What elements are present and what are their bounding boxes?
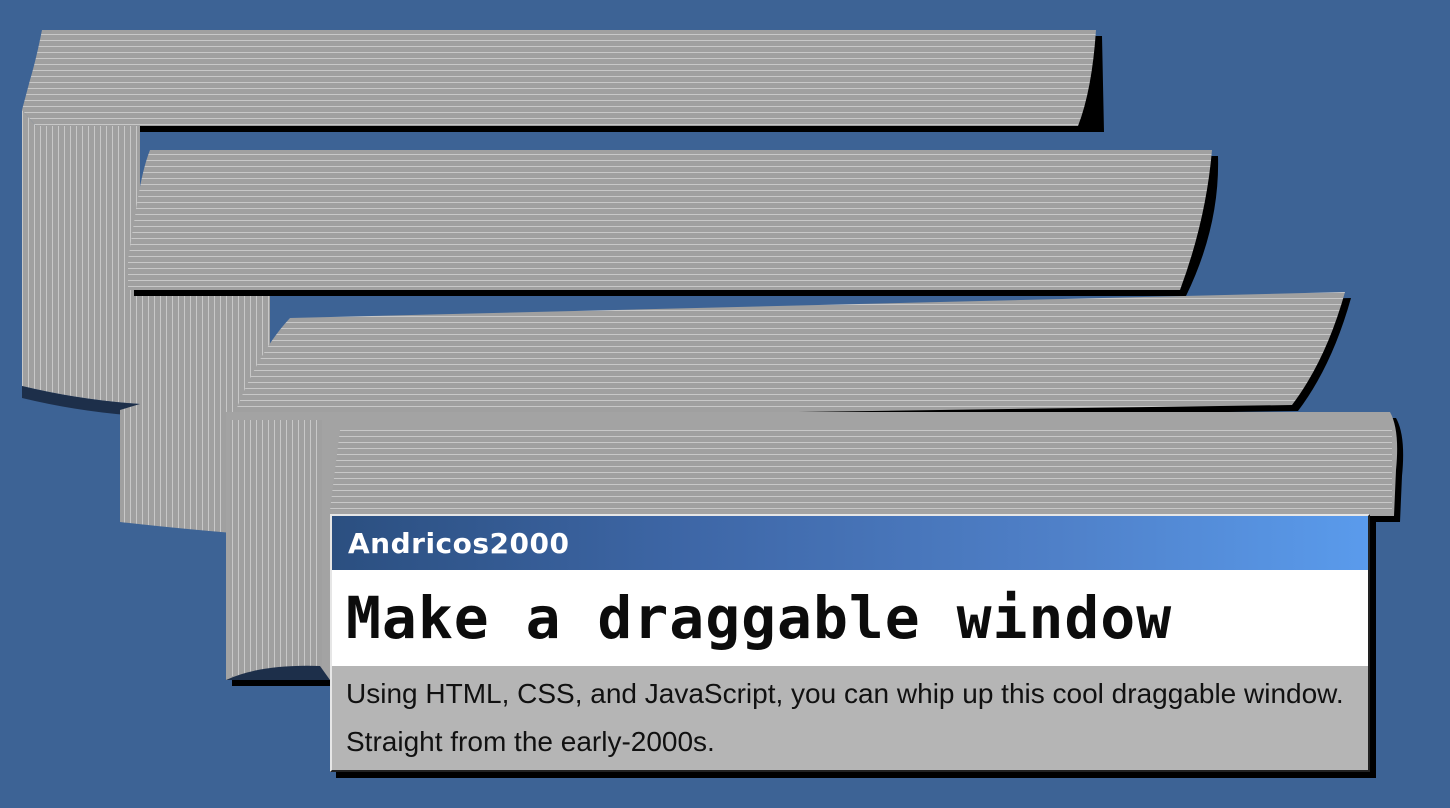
window-title-bar[interactable]: Andricos2000 xyxy=(332,516,1368,570)
trail-window-3 xyxy=(236,292,1351,426)
window-title: Andricos2000 xyxy=(348,526,570,560)
trail-window-1 xyxy=(22,30,1104,416)
window-heading: Make a draggable window xyxy=(346,584,1173,652)
trail-window-2 xyxy=(120,150,1219,536)
window-description: Using HTML, CSS, and JavaScript, you can… xyxy=(346,678,1344,757)
window-header-panel: Make a draggable window xyxy=(332,570,1368,666)
draggable-window[interactable]: Andricos2000 Make a draggable window Usi… xyxy=(330,514,1370,772)
